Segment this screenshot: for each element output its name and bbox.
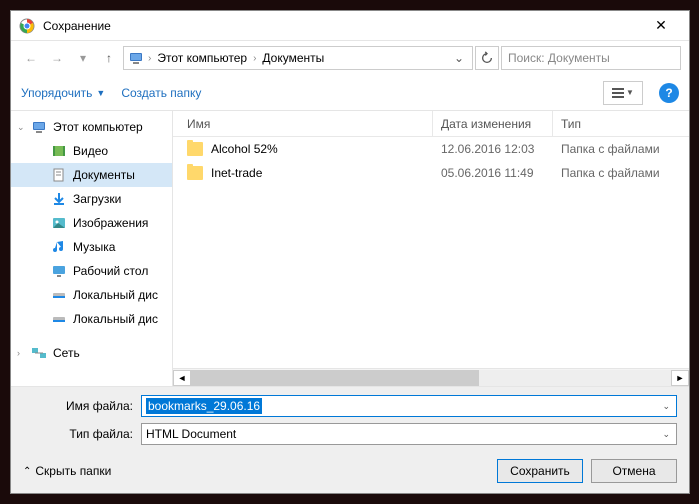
chevron-down-icon[interactable]: ⌄ [662,429,670,440]
organize-button[interactable]: Упорядочить ▼ [21,86,105,100]
video-icon [51,143,67,159]
tree-item-this-pc[interactable]: ⌄ Этот компьютер [11,115,172,139]
column-name[interactable]: Имя [173,111,433,136]
tree-item-local-disk[interactable]: Локальный дис [11,307,172,331]
pc-icon [31,119,47,135]
scroll-right-button[interactable]: ► [671,370,689,386]
refresh-button[interactable] [475,46,499,70]
filetype-select[interactable]: HTML Document ⌄ [141,423,677,445]
view-mode-button[interactable]: ▼ [603,81,643,105]
column-headers: Имя Дата изменения Тип [173,111,689,137]
chevron-right-icon: › [253,53,256,64]
navbar: ← → ▾ ↑ › Этот компьютер › Документы ⌄ П… [11,41,689,75]
desktop-icon [51,263,67,279]
chevron-down-icon: ▼ [96,88,105,98]
horizontal-scrollbar[interactable]: ◄ ► [173,368,689,386]
pictures-icon [51,215,67,231]
scroll-thumb[interactable] [191,370,479,386]
column-type[interactable]: Тип [553,111,689,136]
breadcrumb[interactable]: › Этот компьютер › Документы ⌄ [123,46,473,70]
chrome-icon [19,18,35,34]
tree-item-music[interactable]: Музыка [11,235,172,259]
titlebar: Сохранение ✕ [11,11,689,41]
breadcrumb-item[interactable]: Документы [260,51,326,65]
collapse-icon[interactable]: ⌄ [17,122,25,133]
tree-item-pictures[interactable]: Изображения [11,211,172,235]
disk-icon [51,287,67,303]
nav-up-button[interactable]: ↑ [97,46,121,70]
tree-item-network[interactable]: › Сеть [11,341,172,365]
save-button[interactable]: Сохранить [497,459,583,483]
breadcrumb-item[interactable]: Этот компьютер [155,51,249,65]
disk-icon [51,311,67,327]
tree-item-local-disk[interactable]: Локальный дис [11,283,172,307]
chevron-right-icon: › [148,53,151,64]
nav-recent-button[interactable]: ▾ [71,46,95,70]
chevron-up-icon: ⌃ [23,466,31,477]
sidebar: ⌄ Этот компьютер Видео Документы Загрузк… [11,111,173,386]
bottom-panel: Имя файла: bookmarks_29.06.16 ⌄ Тип файл… [11,386,689,493]
tree-item-video[interactable]: Видео [11,139,172,163]
network-icon [31,345,47,361]
filename-label: Имя файла: [23,399,133,413]
tree-item-downloads[interactable]: Загрузки [11,187,172,211]
hide-folders-button[interactable]: ⌃ Скрыть папки [23,464,111,478]
nav-back-button[interactable]: ← [19,46,43,70]
tree-item-documents[interactable]: Документы [11,163,172,187]
pc-icon [128,50,144,66]
save-dialog: Сохранение ✕ ← → ▾ ↑ › Этот компьютер › … [10,10,690,494]
file-list[interactable]: Alcohol 52% 12.06.2016 12:03 Папка с фай… [173,137,689,368]
downloads-icon [51,191,67,207]
chevron-down-icon[interactable]: ⌄ [662,401,670,412]
new-folder-button[interactable]: Создать папку [121,86,201,100]
file-row[interactable]: Inet-trade 05.06.2016 11:49 Папка с файл… [173,161,689,185]
documents-icon [51,167,67,183]
close-button[interactable]: ✕ [641,17,681,34]
content-area: ⌄ Этот компьютер Видео Документы Загрузк… [11,111,689,386]
file-row[interactable]: Alcohol 52% 12.06.2016 12:03 Папка с фай… [173,137,689,161]
cancel-button[interactable]: Отмена [591,459,677,483]
column-date[interactable]: Дата изменения [433,111,553,136]
window-title: Сохранение [43,19,641,33]
chevron-down-icon[interactable]: ⌄ [450,51,468,65]
nav-forward-button[interactable]: → [45,46,69,70]
scroll-track[interactable] [191,370,671,386]
tree-item-desktop[interactable]: Рабочий стол [11,259,172,283]
file-pane: Имя Дата изменения Тип Alcohol 52% 12.06… [173,111,689,386]
search-input[interactable]: Поиск: Документы [501,46,681,70]
scroll-left-button[interactable]: ◄ [173,370,191,386]
folder-icon [187,166,203,180]
music-icon [51,239,67,255]
folder-icon [187,142,203,156]
expand-icon[interactable]: › [17,348,20,358]
search-placeholder: Поиск: Документы [508,51,610,65]
filename-input[interactable]: bookmarks_29.06.16 ⌄ [141,395,677,417]
filetype-label: Тип файла: [23,427,133,441]
toolbar: Упорядочить ▼ Создать папку ▼ ? [11,75,689,111]
help-button[interactable]: ? [659,83,679,103]
